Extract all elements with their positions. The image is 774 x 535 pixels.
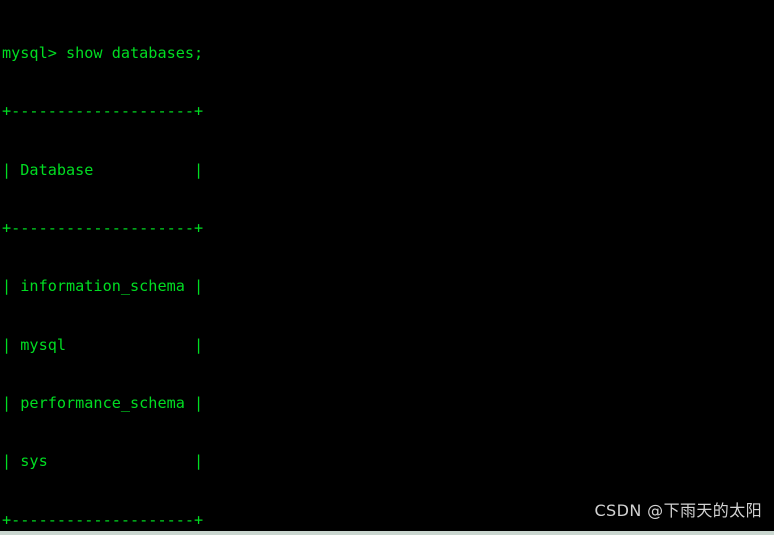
terminal-output[interactable]: mysql> show databases; +----------------… [2, 5, 605, 535]
terminal-line: +--------------------+ [2, 218, 204, 237]
terminal-line: | mysql | [2, 335, 204, 354]
terminal-line: | performance_schema | [2, 393, 204, 412]
terminal-line: mysql> show databases; [2, 43, 204, 62]
bottom-edge-strip [0, 531, 774, 535]
csdn-watermark: CSDN @下雨天的太阳 [594, 501, 762, 520]
terminal-line: | sys | [2, 452, 204, 471]
terminal-line: +--------------------+ [2, 102, 204, 121]
terminal-line: | Database | [2, 160, 204, 179]
terminal-line: +--------------------+ [2, 510, 204, 529]
terminal-line: | information_schema | [2, 277, 204, 296]
terminal-window[interactable]: mysql> show databases; +----------------… [0, 0, 774, 535]
